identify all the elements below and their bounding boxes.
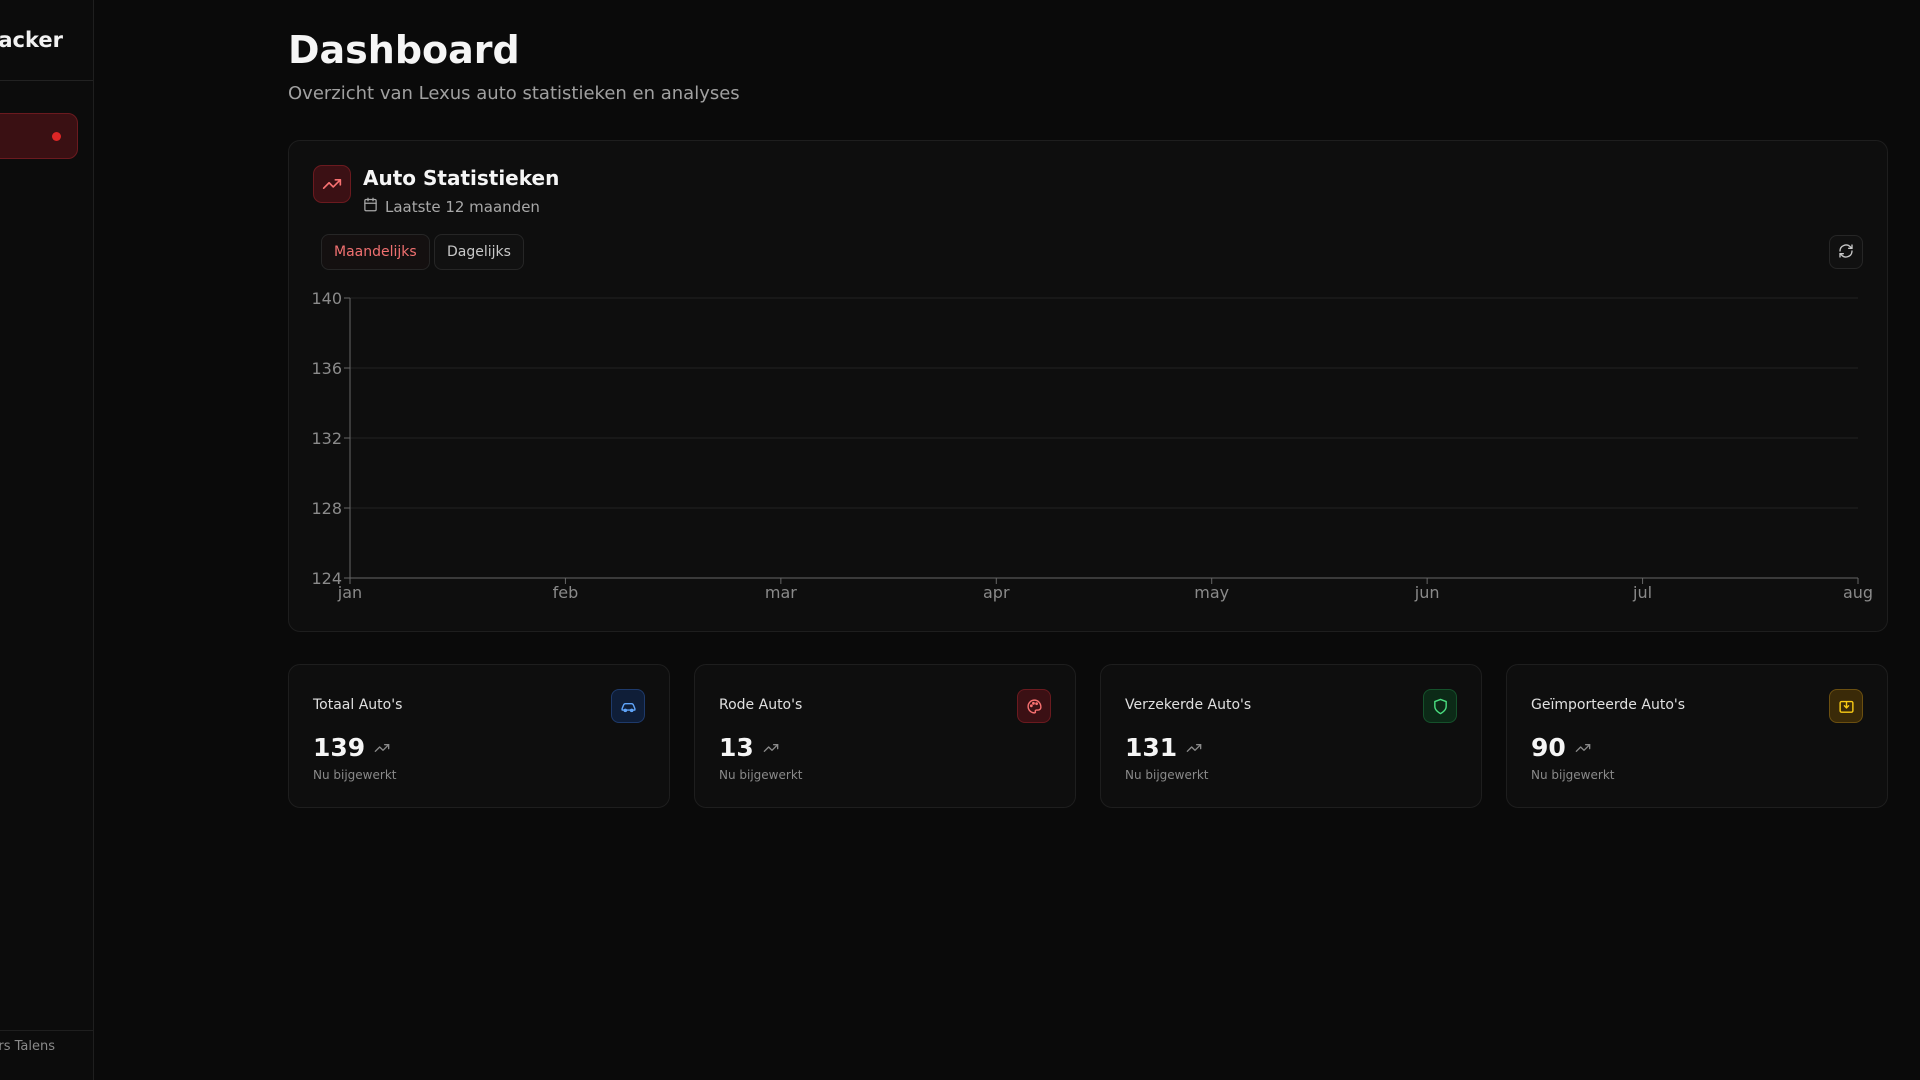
sidebar-divider — [0, 80, 93, 81]
tab-daily[interactable]: Dagelijks — [434, 234, 524, 270]
kpi-number: 139 — [313, 733, 366, 762]
kpi-number: 131 — [1125, 733, 1178, 762]
brand-title: Tracker — [0, 28, 63, 52]
kpi-value: 13 — [719, 733, 779, 762]
kpi-value: 131 — [1125, 733, 1202, 762]
kpi-label: Verzekerde Auto's — [1125, 697, 1252, 713]
trend-icon — [1575, 733, 1591, 762]
card-title: Auto Statistieken — [363, 166, 560, 190]
tab-monthly[interactable]: Maandelijks — [321, 234, 430, 270]
period-label: Laatste 12 maanden — [385, 197, 540, 216]
kpi-label: Rode Auto's — [719, 697, 803, 713]
statistics-line-chart: 124128132136140jan feb mar apr may jun jul aug — [311, 289, 1873, 602]
y-tick-label: 128 — [311, 499, 342, 518]
sidebar-item-dashboard[interactable] — [0, 113, 78, 159]
trend-icon — [763, 733, 779, 762]
kpi-note: Nu bijgewerkt — [1531, 768, 1615, 782]
kpi-value: 90 — [1531, 733, 1591, 762]
x-tick-label: jul — [1632, 583, 1652, 602]
x-tick-label: feb — [553, 583, 579, 602]
x-tick-label: jun — [1414, 583, 1440, 602]
kpi-card-red-cars: Rode Auto's 13 Nu bijgewerkt — [694, 664, 1076, 808]
kpi-note: Nu bijgewerkt — [1125, 768, 1209, 782]
y-tick-label: 140 — [311, 289, 342, 308]
active-indicator-dot — [52, 132, 61, 141]
kpi-note: Nu bijgewerkt — [719, 768, 803, 782]
x-tick-label: jan — [337, 583, 362, 602]
y-tick-label: 132 — [311, 429, 342, 448]
x-tick-label: apr — [983, 583, 1010, 602]
kpi-card-imported-cars: Geïmporteerde Auto's 90 Nu bijgewerkt — [1506, 664, 1888, 808]
kpi-card-total-cars: Totaal Auto's 139 Nu bijgewerkt — [288, 664, 670, 808]
card-subtitle: Laatste 12 maanden — [363, 197, 540, 216]
sidebar-footer-divider — [0, 1030, 93, 1031]
import-icon — [1829, 689, 1863, 723]
page-title: Dashboard — [288, 28, 520, 72]
y-tick-label: 136 — [311, 359, 342, 378]
kpi-value: 139 — [313, 733, 390, 762]
kpi-card-insured-cars: Verzekerde Auto's 131 Nu bijgewerkt — [1100, 664, 1482, 808]
x-tick-label: aug — [1843, 583, 1873, 602]
kpi-label: Geïmporteerde Auto's — [1531, 697, 1686, 713]
user-name: Lars Talens — [0, 1039, 55, 1054]
page-subtitle: Overzicht van Lexus auto statistieken en… — [288, 83, 740, 104]
auto-statistics-card: Auto Statistieken Laatste 12 maanden Maa… — [288, 140, 1888, 632]
trend-icon — [1186, 733, 1202, 762]
refresh-icon — [1838, 243, 1854, 262]
refresh-button[interactable] — [1829, 235, 1863, 269]
x-tick-label: may — [1194, 583, 1229, 602]
shield-icon — [1423, 689, 1457, 723]
sidebar: Tracker Lars Talens — [0, 0, 94, 1080]
kpi-number: 90 — [1531, 733, 1566, 762]
kpi-note: Nu bijgewerkt — [313, 768, 397, 782]
trend-icon — [374, 733, 390, 762]
palette-icon — [1017, 689, 1051, 723]
calendar-icon — [363, 197, 378, 216]
car-icon — [611, 689, 645, 723]
kpi-label: Totaal Auto's — [313, 697, 403, 713]
x-tick-label: mar — [765, 583, 797, 602]
kpi-number: 13 — [719, 733, 754, 762]
trending-up-icon — [313, 165, 351, 203]
